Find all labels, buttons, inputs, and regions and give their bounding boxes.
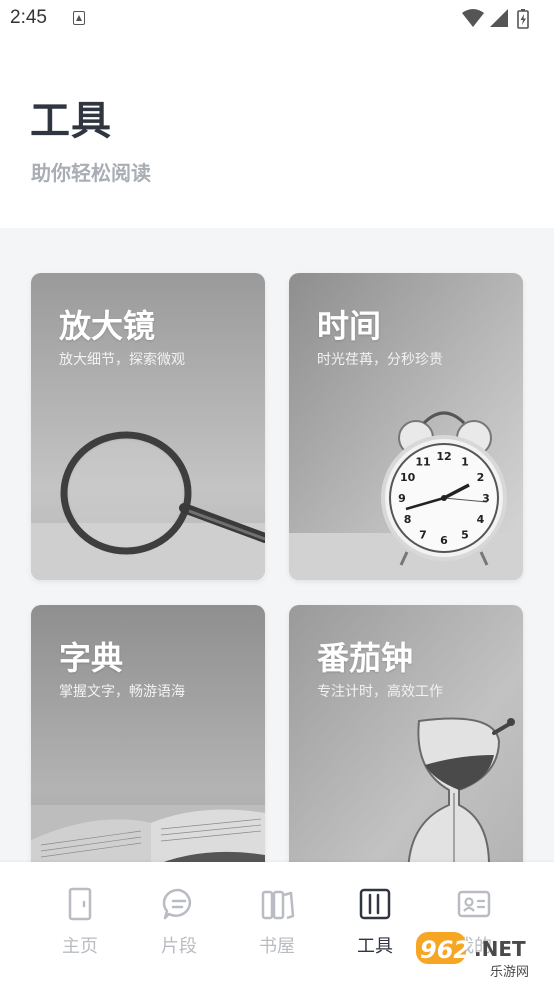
card-desc: 时光荏苒，分秒珍贵 [317, 352, 443, 368]
clock-numeral: 7 [419, 528, 427, 541]
watermark-brand: 962 [420, 936, 470, 964]
status-bar: 2:45 [0, 0, 554, 40]
status-icons [460, 8, 540, 30]
clock-numeral: 3 [482, 492, 490, 505]
clock-numeral: 2 [477, 471, 485, 484]
nav-item-fragments[interactable]: 片段 [139, 886, 219, 966]
nav-label: 工具 [357, 936, 393, 957]
nav-label: 书屋 [259, 936, 295, 957]
card-title: 时间 [317, 307, 382, 345]
time-card[interactable]: 12 1 2 3 4 5 6 7 8 9 10 11 时间 时光荏苒，分秒珍贵 [289, 273, 523, 580]
page-title: 工具 [30, 97, 112, 144]
nav-label: 主页 [62, 936, 98, 957]
card-desc: 放大细节，探索微观 [59, 352, 185, 368]
clock-numeral: 8 [404, 513, 412, 526]
door-icon [68, 887, 92, 921]
card-title: 字典 [59, 639, 124, 677]
nav-label: 片段 [161, 936, 197, 957]
clock-numeral: 10 [400, 471, 416, 484]
clock-numeral: 12 [436, 450, 451, 463]
card-desc: 专注计时，高效工作 [317, 684, 443, 700]
page-subtitle: 助你轻松阅读 [31, 161, 151, 185]
tools-icon [359, 888, 391, 920]
watermark-suffix: .NET [474, 937, 526, 961]
site-watermark: 962 .NET 乐游网 [416, 932, 529, 980]
magnifier-card[interactable]: 放大镜 放大细节，探索微观 [31, 273, 265, 580]
signal-icon [490, 9, 508, 27]
battery-icon [517, 9, 529, 29]
clock-numeral: 4 [477, 513, 485, 526]
card-title: 番茄钟 [317, 639, 414, 677]
clock-numeral: 5 [461, 528, 469, 541]
tools-grid: 放大镜 放大细节，探索微观 12 12 3 45678 9 10 11 [0, 228, 554, 912]
nav-item-bookshelf[interactable]: 书屋 [237, 886, 317, 966]
card-desc: 掌握文字，畅游语海 [59, 684, 185, 700]
clock-numeral: 6 [440, 534, 448, 547]
clock-numeral: 11 [415, 456, 430, 469]
nav-item-home[interactable]: 主页 [40, 886, 120, 966]
books-icon [261, 890, 295, 920]
clock-numeral: 9 [398, 492, 406, 505]
card-title: 放大镜 [59, 307, 156, 345]
chat-bubble-icon [162, 888, 192, 920]
wifi-icon [462, 9, 484, 27]
page-header: 工具 助你轻松阅读 [0, 40, 554, 228]
status-time: 2:45 [10, 7, 47, 28]
watermark-site: 乐游网 [490, 965, 529, 980]
clock-numeral: 1 [461, 456, 469, 469]
profile-card-icon [457, 890, 491, 918]
notification-icon [73, 11, 85, 25]
nav-item-tools[interactable]: 工具 [335, 886, 415, 966]
